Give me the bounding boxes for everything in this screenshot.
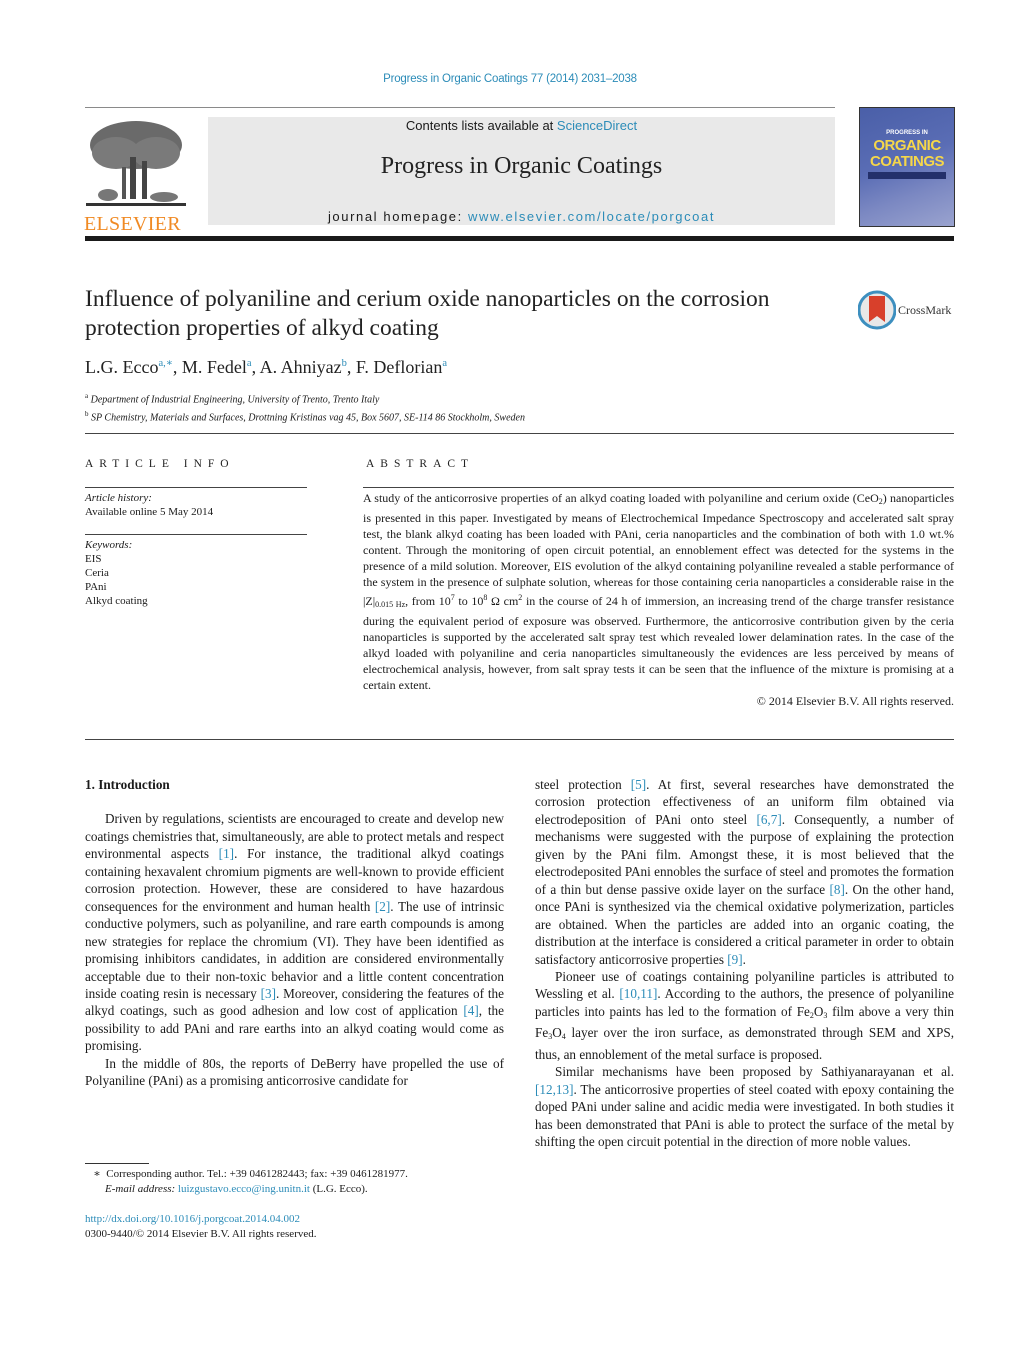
sciencedirect-link[interactable]: ScienceDirect bbox=[557, 118, 637, 133]
citation-link[interactable]: [2] bbox=[375, 899, 390, 914]
article-info-heading: ARTICLE INFO bbox=[85, 458, 235, 470]
author-name[interactable]: M. Fedel bbox=[182, 357, 247, 377]
author-affiliation-marker[interactable]: a bbox=[247, 358, 252, 369]
journal-homepage-link[interactable]: www.elsevier.com/locate/porgcoat bbox=[468, 209, 715, 224]
journal-cover-image[interactable]: PROGRESS IN ORGANIC COATINGS bbox=[859, 107, 955, 227]
elsevier-tree-icon bbox=[86, 117, 186, 209]
body-paragraph: Similar mechanisms have been proposed by… bbox=[535, 1064, 954, 1150]
header-thick-rule bbox=[85, 236, 954, 241]
author-name[interactable]: F. Deflorian bbox=[356, 357, 443, 377]
history-label: Article history: bbox=[85, 492, 152, 504]
author-name[interactable]: A. Ahniyaz bbox=[260, 357, 342, 377]
email-link[interactable]: luizgustavo.ecco@ing.unitn.it bbox=[178, 1183, 310, 1195]
cover-title: ORGANIC COATINGS bbox=[869, 137, 945, 170]
divider bbox=[85, 534, 307, 535]
citation-link[interactable]: [5] bbox=[631, 777, 646, 792]
keywords: Keywords: EIS Ceria PAni Alkyd coating bbox=[85, 538, 148, 608]
keyword-item: PAni bbox=[85, 581, 107, 593]
history-value: Available online 5 May 2014 bbox=[85, 506, 214, 518]
cover-subtitle-band bbox=[868, 172, 946, 179]
keyword-item: Ceria bbox=[85, 567, 109, 579]
divider bbox=[363, 487, 954, 488]
body-column-right: steel protection [5]. At first, several … bbox=[535, 776, 954, 1151]
body-column-left: 1. Introduction Driven by regulations, s… bbox=[85, 776, 504, 1090]
affiliation-item: a Department of Industrial Engineering, … bbox=[85, 392, 380, 406]
citation-link[interactable]: [3] bbox=[261, 986, 276, 1001]
abstract-body: A study of the anticorrosive properties … bbox=[363, 490, 954, 709]
doi-link[interactable]: http://dx.doi.org/10.1016/j.porgcoat.201… bbox=[85, 1212, 317, 1227]
citation-link[interactable]: [12,13] bbox=[535, 1082, 573, 1097]
keywords-label: Keywords: bbox=[85, 539, 133, 551]
header-top-rule bbox=[85, 107, 835, 108]
body-paragraph: Pioneer use of coatings containing polya… bbox=[535, 968, 955, 1062]
crossmark-label: CrossMark bbox=[898, 303, 952, 317]
journal-citation-link[interactable]: Progress in Organic Coatings 77 (2014) 2… bbox=[0, 73, 1020, 85]
citation-link[interactable]: [4] bbox=[463, 1003, 478, 1018]
crossmark-button[interactable]: CrossMark bbox=[857, 290, 958, 330]
elsevier-logo[interactable]: ELSEVIER bbox=[84, 117, 188, 234]
author-list: L.G. Eccoa,∗, M. Fedela, A. Ahniyazb, F.… bbox=[85, 357, 448, 377]
email-note: E-mail address: luizgustavo.ecco@ing.uni… bbox=[105, 1183, 368, 1195]
homepage-prefix: journal homepage: bbox=[327, 209, 469, 224]
keyword-item: EIS bbox=[85, 553, 102, 565]
citation-link[interactable]: [1] bbox=[219, 846, 234, 861]
body-paragraph: Driven by regulations, scientists are en… bbox=[85, 811, 504, 1054]
corresponding-author-note: ∗ Corresponding author. Tel.: +39 046128… bbox=[93, 1168, 408, 1180]
elsevier-wordmark: ELSEVIER bbox=[84, 213, 181, 235]
journal-title: Progress in Organic Coatings bbox=[380, 153, 663, 179]
divider bbox=[85, 487, 307, 488]
abstract-heading: ABSTRACT bbox=[366, 458, 475, 470]
issn-line: 0300-9440/© 2014 Elsevier B.V. All right… bbox=[85, 1228, 317, 1240]
affiliations: a Department of Industrial Engineering, … bbox=[85, 389, 525, 426]
affiliation-item: b SP Chemistry, Materials and Surfaces, … bbox=[85, 410, 525, 424]
article-title: Influence of polyaniline and cerium oxid… bbox=[85, 286, 770, 341]
citation-link[interactable]: [9] bbox=[727, 952, 742, 967]
article-history: Article history: Available online 5 May … bbox=[85, 491, 213, 519]
journal-header-box: Contents lists available at ScienceDirec… bbox=[208, 117, 835, 225]
body-paragraph: In the middle of 80s, the reports of DeB… bbox=[85, 1055, 504, 1089]
contents-prefix: Contents lists available at bbox=[405, 118, 557, 133]
divider bbox=[85, 739, 954, 740]
doi-block: http://dx.doi.org/10.1016/j.porgcoat.201… bbox=[85, 1212, 317, 1242]
author-name[interactable]: L.G. Ecco bbox=[85, 357, 158, 377]
citation-link[interactable]: [6,7] bbox=[756, 812, 781, 827]
author-affiliation-marker[interactable]: a,∗ bbox=[158, 358, 172, 369]
abstract-text: A study of the anticorrosive properties … bbox=[363, 491, 955, 692]
keyword-item: Alkyd coating bbox=[85, 595, 148, 607]
body-paragraph: steel protection [5]. At first, several … bbox=[535, 777, 954, 967]
author-affiliation-marker[interactable]: b bbox=[342, 358, 347, 369]
abstract-copyright: © 2014 Elsevier B.V. All rights reserved… bbox=[756, 694, 954, 708]
citation-link[interactable]: [8] bbox=[829, 882, 844, 897]
citation-link[interactable]: [10,11] bbox=[619, 986, 657, 1001]
divider bbox=[85, 433, 954, 434]
homepage-line: journal homepage: www.elsevier.com/locat… bbox=[208, 209, 835, 224]
footnote: ∗ Corresponding author. Tel.: +39 046128… bbox=[85, 1167, 408, 1197]
footnote-rule bbox=[85, 1163, 149, 1164]
author-affiliation-marker[interactable]: a bbox=[442, 358, 447, 369]
crossmark-icon bbox=[857, 290, 897, 330]
contents-line: Contents lists available at ScienceDirec… bbox=[208, 118, 835, 133]
section-heading: 1. Introduction bbox=[85, 777, 170, 792]
cover-top-text: PROGRESS IN bbox=[886, 130, 928, 136]
